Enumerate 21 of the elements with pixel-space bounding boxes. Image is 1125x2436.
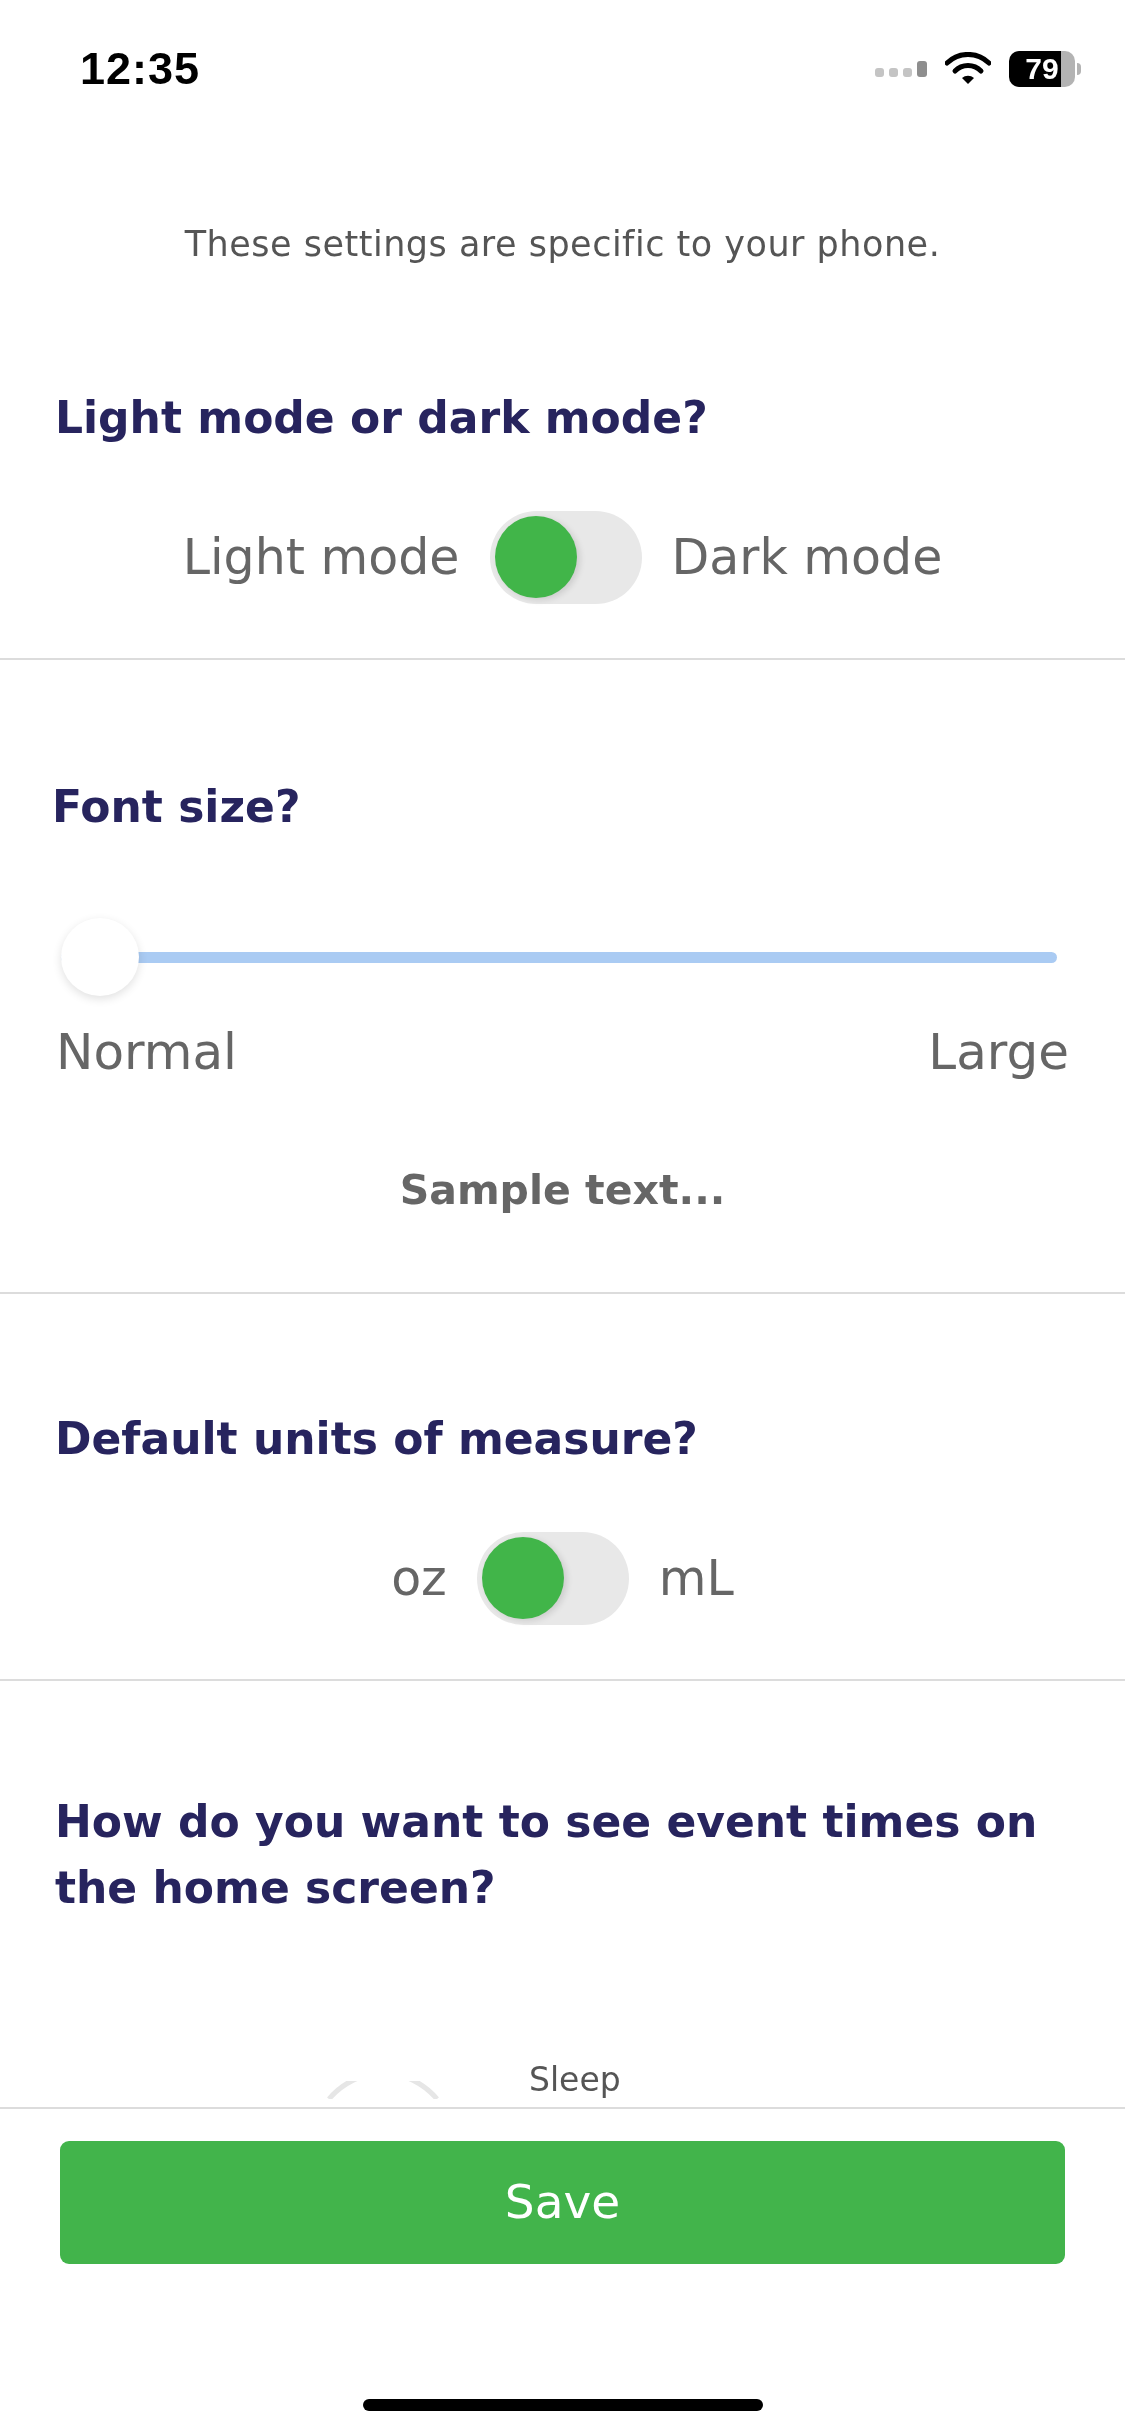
section-heading: Default units of measure? (54, 1414, 699, 1464)
font-size-slider[interactable] (61, 918, 1057, 996)
option-label: Sleep (529, 2061, 621, 2099)
intro-text: These settings are specific to your phone. (184, 223, 941, 265)
section-heading: Light mode or dark mode? (54, 393, 709, 443)
toggle-left-label: oz (391, 1550, 447, 1607)
sample-text: Sample text... (399, 1165, 726, 1215)
circle-outline-icon (325, 2081, 441, 2099)
save-button[interactable]: Save (60, 2141, 1065, 2264)
slider-min-label: Normal (56, 1024, 237, 1080)
slider-max-label: Large (928, 1024, 1069, 1080)
toggle-right-label: Dark mode (671, 529, 943, 586)
signal-icon (875, 61, 927, 77)
status-time: 12:35 (80, 42, 201, 97)
toggle-right-label: mL (658, 1550, 734, 1607)
toggle-left-label: Light mode (182, 529, 460, 586)
slider-thumb[interactable] (61, 918, 139, 996)
battery-indicator: 79 (1009, 51, 1081, 87)
wifi-icon (945, 52, 991, 86)
section-heading: How do you want to see event times on the home screen? (54, 1795, 1039, 1915)
section-heading: Font size? (51, 782, 302, 832)
